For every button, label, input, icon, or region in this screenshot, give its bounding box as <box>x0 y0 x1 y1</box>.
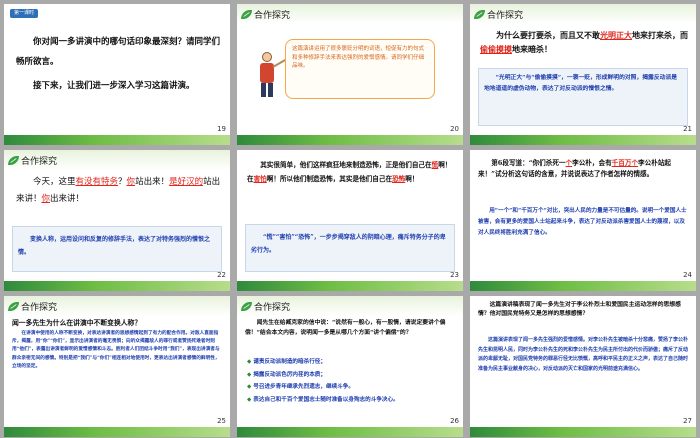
leaf-icon <box>241 9 252 19</box>
footer-band <box>4 135 230 145</box>
leaf-icon <box>474 9 485 19</box>
bullet-list: ◆ 谴责反动派制造的暗杀行径； ◆ 揭露反动派色厉内荏的本质； ◆ 号召进步青年… <box>247 356 455 406</box>
lesson-tag: 第一课时 <box>10 9 39 18</box>
answer-text: 这篇演讲表现了闻一多先生强烈的爱憎感情。对李公朴先生被暗杀十分悲痛，赞扬了李公朴… <box>478 337 689 372</box>
footer-band <box>4 281 230 291</box>
slide-thumbnail[interactable]: 合作探究 为什么要打要杀，而且又不敢光明正大地来打来杀，而偷偷摸摸地来暗杀！ “… <box>470 4 696 145</box>
slide-thumbnail[interactable]: 合作探究 今天，这里有没有特务？你站出来！是好汉的站出来讲！你出来讲！ 变换人称… <box>4 150 230 291</box>
footer-band <box>470 281 696 291</box>
list-item: ◆ 谴责反动派制造的暗杀行径； <box>247 359 326 365</box>
slide-thumbnail[interactable]: 其实很简单，他们这样疯狂地来制造恐怖，正是他们自己在慌啊！在害怕啊！所以他们制造… <box>237 150 463 291</box>
slide-number: 21 <box>683 125 692 133</box>
leaf-icon <box>8 301 19 311</box>
question-text: 为什么要打要杀，而且又不敢光明正大地来打来杀，而偷偷摸摸地来暗杀！ <box>480 30 688 54</box>
footer-band <box>4 427 230 437</box>
slide-thumbnail[interactable]: 合作探究 闻先生在给臧克家的信中说：“说然有一般心，有一股情，请说定要讲个偏偿！… <box>237 296 463 437</box>
speech-excerpt: 其实很简单，他们这样疯狂地来制造恐怖，正是他们自己在慌啊！在害怕啊！所以他们制造… <box>247 161 452 183</box>
slide-thumbnail[interactable]: 第一课时 你对闻一多讲演中的哪句话印象最深刻？请同学们畅所欲言。 接下来，让我们… <box>4 4 230 145</box>
list-item: ◆ 表达自己和千百个爱国志士随时准备以身殉志的斗争决心。 <box>247 396 399 403</box>
slide-number: 25 <box>217 417 226 425</box>
slide-header: 合作探究 <box>241 8 290 21</box>
note-box: 这篇演讲运用了很多褒贬分明的词语，短促有力的句式和多种修辞手法来表达强烈的爱憎感… <box>285 39 435 99</box>
slide-number: 22 <box>217 271 226 279</box>
slide-header: 合作探究 <box>8 154 57 167</box>
question-text: 闻先生在给臧克家的信中说：“说然有一般心，有一股情，请说定要讲个偏偿！”结合本文… <box>245 320 446 336</box>
teacher-figure <box>257 52 286 98</box>
slide-thumbnail[interactable]: 合作探究 这篇演讲运用了很多褒贬分明的词语，短促有力的句式和多种修辞手法来表达强… <box>237 4 463 145</box>
list-item: ◆ 揭露反动派色厉内荏的本质； <box>247 371 326 378</box>
list-item: ◆ 号召进步青年继承先烈遗志，继续斗争。 <box>247 384 354 390</box>
slide-number: 23 <box>450 271 459 279</box>
slide-thumbnail[interactable]: 这篇演讲稿表现了闻一多先生对于李公朴烈士和爱国民主运动怎样的思想感情？他对国民党… <box>470 296 696 437</box>
answer-text: 在讲演中使用的人称不断变换，对表达讲演者的思想感情起到了有力的配合作用。对敌人直… <box>12 331 220 369</box>
slide-number: 27 <box>683 417 692 425</box>
question-text: 闻一多先生为什么在讲演中不断变换人称？ <box>12 319 142 327</box>
slide-text: 你对闻一多讲演中的哪句话印象最深刻？请同学们畅所欲言。 接下来，让我们进一步深入… <box>16 37 221 91</box>
answer-box: “慌”“害怕”“恐怖”，一步步揭穿敌人的阴暗心理，痛斥特务分子的卑劣行为。 <box>245 224 455 272</box>
question-text: 这篇演讲稿表现了闻一多先生对于李公朴烈士和爱国民主运动怎样的思想感情？他对国民党… <box>478 302 681 317</box>
slide-thumbnail[interactable]: 第6段写道：“你们杀死一个李公朴，会有千百万个李公朴站起来！”试分析这句话的含意… <box>470 150 696 291</box>
slide-number: 20 <box>450 125 459 133</box>
slide-header: 合作探究 <box>474 8 523 21</box>
slide-header: 合作探究 <box>241 300 290 313</box>
slide-thumbnail[interactable]: 合作探究 闻一多先生为什么在讲演中不断变换人称？ 在讲演中使用的人称不断变换，对… <box>4 296 230 437</box>
leaf-icon <box>8 155 19 165</box>
leaf-icon <box>241 301 252 311</box>
slide-number: 19 <box>217 125 226 133</box>
footer-band <box>237 281 463 291</box>
answer-box: “光明正大”与“偷偷摸摸”，一褒一贬，形成鲜明的对照，揭露反动派是地地道道的虚伪… <box>478 68 688 126</box>
answer-text: 用“一个”和“千百万个”对比，突出人民的力量是不可估量的。说明一个爱国人士被害，… <box>478 208 687 236</box>
answer-box: 变换人称，运用设问和反复的修辞手法，表达了对特务强烈的憎恨之情。 <box>12 226 222 272</box>
slide-number: 24 <box>683 271 692 279</box>
footer-band <box>237 135 463 145</box>
footer-band <box>470 427 696 437</box>
question-text: 第6段写道：“你们杀死一个李公朴，会有千百万个李公朴站起来！”试分析这句话的含意… <box>478 159 672 178</box>
slide-sorter-grid: 第一课时 你对闻一多讲演中的哪句话印象最深刻？请同学们畅所欲言。 接下来，让我们… <box>0 0 700 438</box>
slide-number: 26 <box>450 417 459 425</box>
speech-excerpt: 今天，这里有没有特务？你站出来！是好汉的站出来讲！你出来讲！ <box>16 177 221 204</box>
footer-band <box>237 427 463 437</box>
footer-band <box>470 135 696 145</box>
slide-header: 合作探究 <box>8 300 57 313</box>
